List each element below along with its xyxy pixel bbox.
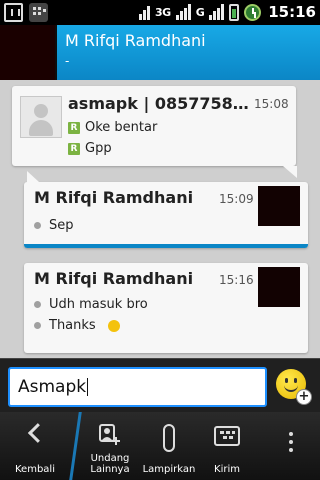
message-time: 15:08 — [254, 97, 289, 111]
chat-subtitle: - — [65, 54, 70, 68]
message-text: Udh masuk bro — [49, 297, 148, 312]
send-label: Kirim — [214, 464, 240, 475]
invite-contact-icon — [99, 424, 120, 445]
more-options-icon — [289, 440, 293, 444]
bottom-toolbar: Kembali Undang Lainnya Lampirkan Kirim — [0, 412, 320, 480]
text-caret — [87, 378, 89, 396]
bubble-tail — [283, 166, 297, 178]
network-g-label: G — [195, 5, 205, 19]
wifi-signal-icon — [139, 4, 151, 20]
chat-history[interactable]: asmapk | 0857758978... 15:08 R Oke benta… — [0, 80, 320, 358]
battery-icon — [229, 3, 240, 21]
bullet-icon — [34, 322, 41, 329]
message-sender: M Rifqi Ramdhani — [34, 188, 194, 207]
message-time: 15:16 — [219, 273, 254, 287]
message-input[interactable]: Asmapk — [8, 367, 267, 407]
back-label: Kembali — [15, 464, 55, 475]
message-text: Sep — [49, 218, 74, 233]
header-avatar[interactable] — [0, 25, 55, 80]
blackberry-send-icon — [214, 426, 240, 446]
emoticon-eye — [294, 378, 297, 383]
alarm-clock-icon — [244, 3, 262, 21]
message-text: Oke bentar — [85, 120, 158, 135]
network-3g-label: 3G — [155, 5, 171, 19]
attach-button[interactable]: Lampirkan — [140, 412, 198, 480]
send-button[interactable]: Kirim — [200, 412, 254, 480]
message-text: Gpp — [85, 141, 112, 156]
invite-label-line2: Lainnya — [90, 464, 130, 475]
paperclip-icon — [163, 424, 175, 452]
add-icon[interactable]: + — [296, 389, 312, 405]
signal-3g-icon — [175, 4, 191, 20]
signal-g-icon — [209, 4, 225, 20]
invite-more-button[interactable]: Undang Lainnya — [78, 412, 142, 480]
bullet-icon — [34, 301, 41, 308]
chevron-left-icon — [27, 423, 48, 443]
status-bar: 3G G 15:16 — [0, 0, 320, 25]
contact-avatar — [20, 96, 62, 138]
message-bubble-outgoing[interactable]: M Rifqi Ramdhani 15:09 Sep — [24, 171, 308, 248]
chat-title: M Rifqi Ramdhani — [65, 31, 206, 50]
read-status-icon: R — [68, 121, 80, 134]
emoticon-eye — [285, 378, 288, 383]
more-menu-button[interactable] — [276, 412, 306, 480]
invite-label-line1: Undang — [90, 453, 130, 464]
sender-avatar — [258, 267, 300, 307]
attach-label: Lampirkan — [142, 464, 196, 475]
message-line: Thanks — [34, 318, 120, 333]
read-status-icon: R — [68, 142, 80, 155]
bullet-icon — [34, 222, 41, 229]
message-bubble-incoming[interactable]: asmapk | 0857758978... 15:08 R Oke benta… — [12, 86, 297, 178]
sender-avatar — [258, 186, 300, 226]
message-line: Udh masuk bro — [34, 297, 148, 312]
message-line: Sep — [34, 218, 74, 233]
message-text: Thanks — [49, 318, 96, 333]
chat-header: M Rifqi Ramdhani - — [0, 25, 320, 80]
back-button[interactable]: Kembali — [0, 412, 70, 480]
message-line: R Gpp — [68, 141, 112, 156]
usb-icon — [4, 3, 23, 22]
message-bubble-outgoing[interactable]: M Rifqi Ramdhani 15:16 Udh masuk bro Tha… — [24, 263, 308, 353]
message-sender: M Rifqi Ramdhani — [34, 269, 194, 288]
header-title-bar[interactable]: M Rifqi Ramdhani - — [57, 25, 320, 80]
smiley-icon — [107, 319, 120, 332]
message-line: R Oke bentar — [68, 120, 157, 135]
compose-bar: Asmapk + — [0, 358, 320, 412]
status-time: 15:16 — [268, 3, 316, 21]
bubble-accent-bar — [24, 244, 308, 248]
message-sender: asmapk | 0857758978... — [68, 94, 250, 113]
bubble-tail — [27, 171, 39, 182]
emoticon-mouth — [284, 385, 298, 392]
message-input-value: Asmapk — [18, 377, 87, 397]
message-time: 15:09 — [219, 192, 254, 206]
bbm-notification-icon — [29, 3, 48, 22]
